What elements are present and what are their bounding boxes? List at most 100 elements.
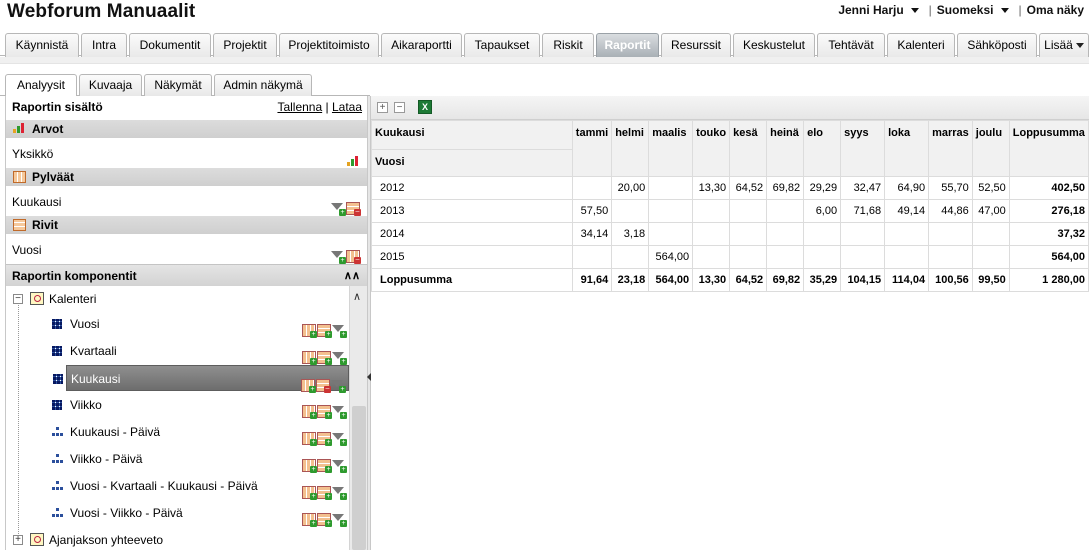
add-row-icon[interactable]: + [317,486,332,501]
add-column-icon[interactable]: + [302,351,317,366]
tree-item[interactable]: Vuosi + + + [6,311,349,339]
nav-tab-kaynnista[interactable]: Käynnistä [5,33,79,57]
column-header[interactable]: loka [884,120,930,177]
user-menu[interactable]: Jenni Harju [838,3,919,17]
filter-add-icon[interactable]: + [332,324,347,339]
scrollbar-thumb[interactable] [352,406,366,550]
scroll-up-icon[interactable]: ∧ [353,290,361,303]
column-header[interactable]: heinä [766,120,805,177]
nav-tab-kalenteri[interactable]: Kalenteri [887,33,955,57]
table-cell [840,222,886,246]
language-menu[interactable]: Suomeksi [937,3,1009,17]
tree-item[interactable]: Kuukausi + – + [53,365,349,394]
add-column-icon[interactable]: + [302,432,317,447]
nav-tab-raportit[interactable]: Raportit [596,33,659,59]
filter-add-icon[interactable]: + [332,432,347,447]
column-header[interactable]: marras [928,120,973,177]
column-axis-label[interactable]: Kuukausi [371,120,573,150]
table-cell: 71,68 [840,199,886,223]
collapse-node-icon[interactable]: − [13,294,23,304]
row-label[interactable]: 2014 [371,222,573,246]
table-row: 2015 564,00 564,00 [371,245,1089,269]
tree-item-label: Kuukausi - Päivä [70,425,161,439]
tab-kuvaaja[interactable]: Kuvaaja [79,74,142,96]
nav-tab-projektitoimisto[interactable]: Projektitoimisto [279,33,379,57]
nav-tab-aikaraportti[interactable]: Aikaraportti [381,33,462,57]
save-link[interactable]: Tallenna [277,100,322,114]
column-header[interactable]: tammi [571,120,613,177]
tree-node-calendar[interactable]: − Kalenteri [6,286,349,312]
nav-tab-resurssit[interactable]: Resurssit [661,33,731,57]
add-column-icon[interactable]: + [302,459,317,474]
remove-row-icon[interactable]: – [346,202,361,217]
add-row-icon[interactable]: + [317,351,332,366]
filter-add-icon[interactable]: + [332,486,347,501]
add-column-icon[interactable]: + [301,379,316,394]
collapse-icon[interactable]: ∧∧ [344,265,360,287]
add-row-icon[interactable]: + [317,432,332,447]
column-header[interactable]: joulu [971,120,1010,177]
filter-add-icon[interactable]: + [331,202,346,217]
tree-item[interactable]: Vuosi - Viikko - Päivä + + + [6,500,349,528]
add-column-icon[interactable]: + [302,486,317,501]
analysis-tabs: Analyysit Kuvaaja Näkymät Admin näkymä [0,72,370,97]
row-label[interactable]: 2015 [371,245,573,269]
tree-item[interactable]: Kvartaali + + + [6,338,349,366]
tab-nakymat[interactable]: Näkymät [144,74,212,96]
nav-tab-riskit[interactable]: Riskit [542,33,594,57]
row-label[interactable]: 2012 [371,176,573,200]
filter-add-icon[interactable]: + [332,351,347,366]
column-header-total[interactable]: Loppusumma [1008,120,1089,177]
add-row-icon[interactable]: + [317,459,332,474]
expand-all-icon[interactable]: + [377,102,388,113]
nav-tab-intra[interactable]: Intra [81,33,127,57]
values-item[interactable]: Yksikkö [6,140,368,168]
column-header[interactable]: syys [840,120,886,177]
column-header[interactable]: elo [803,120,842,177]
nav-tab-dokumentit[interactable]: Dokumentit [129,33,211,57]
add-column-icon[interactable]: + [302,324,317,339]
row-axis-label[interactable]: Vuosi [371,149,573,177]
add-row-icon[interactable]: + [317,405,332,420]
tab-admin-nakyma[interactable]: Admin näkymä [214,74,312,96]
column-header[interactable]: touko [692,120,731,177]
tree-item[interactable]: Kuukausi - Päivä + + + [6,419,349,447]
filter-add-icon[interactable]: + [332,405,347,420]
nav-tab-sahkoposti[interactable]: Sähköposti [957,33,1037,57]
nav-tab-tapaukset[interactable]: Tapaukset [464,33,540,57]
table-cell: 564,00 [648,245,694,269]
add-column-icon[interactable]: + [302,513,317,528]
row-label[interactable]: 2013 [371,199,573,223]
filter-add-icon[interactable]: + [332,513,347,528]
tree-item[interactable]: Viikko + + + [6,392,349,420]
column-header[interactable]: kesä [729,120,768,177]
excel-export-icon[interactable]: X [418,100,432,114]
total-cell: 100,56 [928,268,973,292]
filter-add-icon[interactable]: + [331,250,346,265]
load-link[interactable]: Lataa [332,100,362,114]
add-row-icon[interactable]: – [316,379,331,394]
nav-tab-tehtavat[interactable]: Tehtävät [817,33,885,57]
column-header[interactable]: helmi [611,120,650,177]
collapse-left-icon[interactable] [367,373,371,381]
expand-node-icon[interactable]: + [13,535,23,545]
filter-add-icon[interactable]: + [332,459,347,474]
tree-item[interactable]: Viikko - Päivä + + + [6,446,349,474]
tree-scrollbar[interactable]: ∧ [349,286,368,550]
rows-item[interactable]: Vuosi + – [6,236,368,265]
add-row-icon[interactable]: + [317,513,332,528]
tab-analyysit[interactable]: Analyysit [5,74,77,97]
remove-column-icon[interactable]: – [346,250,361,265]
add-column-icon[interactable]: + [302,405,317,420]
column-header[interactable]: maalis [648,120,694,177]
filter-add-icon[interactable]: + [331,379,346,394]
nav-tab-projektit[interactable]: Projektit [213,33,277,57]
nav-tab-keskustelut[interactable]: Keskustelut [733,33,815,57]
collapse-all-icon[interactable]: − [394,102,405,113]
tree-node-period-summary[interactable]: + Ajanjakson yhteeveto [6,527,349,550]
tree-item[interactable]: Vuosi - Kvartaali - Kuukausi - Päivä + + + [6,473,349,501]
columns-item[interactable]: Kuukausi + – [6,188,368,217]
own-view-link[interactable]: Oma näky [1027,3,1084,17]
nav-tab-lisaa[interactable]: Lisää [1039,33,1089,57]
add-row-icon[interactable]: + [317,324,332,339]
